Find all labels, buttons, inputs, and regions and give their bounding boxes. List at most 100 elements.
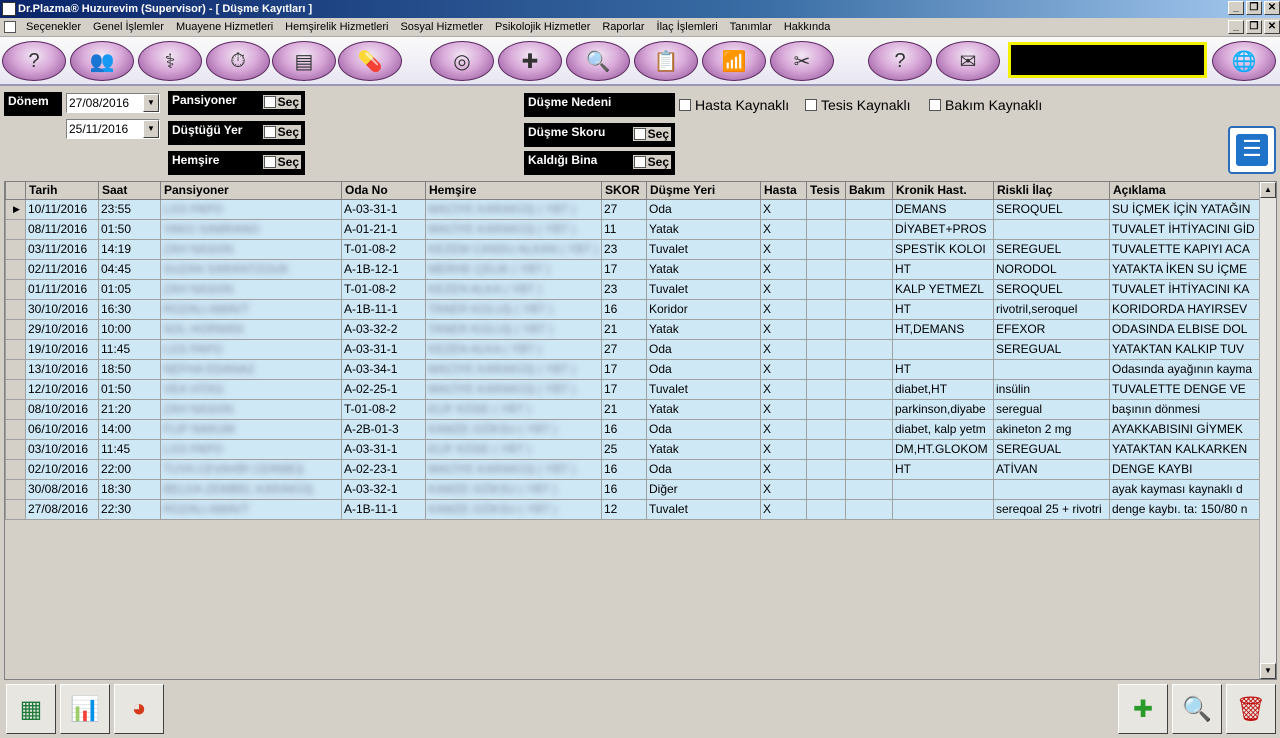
menu-item-8[interactable]: Tanımlar <box>730 21 772 33</box>
checkbox-icon[interactable] <box>633 128 646 140</box>
row-selector[interactable] <box>5 378 26 400</box>
row-selector[interactable] <box>5 318 26 340</box>
menu-item-5[interactable]: Psikolojik Hizmetler <box>495 21 590 33</box>
table-row[interactable]: 03/11/2016 14:19 ZAH NASON T-01-08-2 KEZEM C… <box>5 238 1262 260</box>
table-cell[interactable]: T-01-08-2 <box>341 278 426 300</box>
checkbox-icon[interactable] <box>679 99 691 111</box>
bandage-icon[interactable]: ✚ <box>498 41 562 81</box>
menu-item-7[interactable]: İlaç İşlemleri <box>657 21 718 33</box>
table-cell[interactable]: başının dönmesi <box>1109 398 1262 420</box>
clipboard-icon[interactable]: 📋 <box>634 41 698 81</box>
table-cell[interactable]: TUVALET İHTİYACINI GİD <box>1109 218 1262 240</box>
table-cell[interactable]: ODASINDA ELBISE DOL <box>1109 318 1262 340</box>
table-cell[interactable]: ZAH NASON <box>160 278 342 300</box>
table-cell[interactable]: YATAKTAN KALKIP TUV <box>1109 338 1262 360</box>
menu-item-1[interactable]: Genel İşlemler <box>93 21 164 33</box>
dusme-skoru-sec-checkbox[interactable]: Seç <box>632 127 671 141</box>
table-cell[interactable]: X <box>760 338 807 360</box>
tools-icon[interactable]: ✂ <box>770 41 834 81</box>
table-cell[interactable]: SOL HORMAN <box>160 318 342 340</box>
table-cell[interactable]: DM,HT.GLOKOM <box>892 438 994 460</box>
minimize-button[interactable]: _ <box>1228 1 1244 15</box>
table-cell[interactable]: Oda <box>646 458 761 480</box>
table-cell[interactable]: 17 <box>601 378 647 400</box>
table-cell[interactable]: 27 <box>601 338 647 360</box>
table-cell[interactable]: A-03-32-1 <box>341 478 426 500</box>
table-cell[interactable]: SEREGUAL <box>993 438 1110 460</box>
table-row[interactable]: 12/10/2016 01:50 VEA VITAS A-02-25-1 MACİYE … <box>5 378 1262 400</box>
table-cell[interactable]: KAMZE GÖKSU ( YBT ) <box>425 478 602 500</box>
child-minimize-button[interactable]: _ <box>1228 20 1244 34</box>
table-cell[interactable]: A-1B-11-1 <box>341 298 426 320</box>
table-cell[interactable]: X <box>760 378 807 400</box>
table-cell[interactable]: A-1B-11-1 <box>341 498 426 520</box>
table-cell[interactable]: Koridor <box>646 298 761 320</box>
table-cell[interactable]: Odasında ayağının kayma <box>1109 358 1262 380</box>
table-cell[interactable]: SU İÇMEK İÇİN YATAĞIN <box>1109 198 1262 220</box>
table-cell[interactable]: MACİYE KARAKÜŞ ( YBT ) <box>425 198 602 220</box>
table-cell[interactable] <box>993 358 1110 380</box>
table-cell[interactable]: AYAKKABISINI GİYMEK <box>1109 418 1262 440</box>
table-cell[interactable]: X <box>760 198 807 220</box>
row-selector[interactable] <box>5 278 26 300</box>
table-cell[interactable]: 10:00 <box>98 318 161 340</box>
table-cell[interactable]: 19/10/2016 <box>25 338 99 360</box>
table-cell[interactable]: A-01-21-1 <box>341 218 426 240</box>
table-cell[interactable]: LGS PAPO <box>160 198 342 220</box>
table-row[interactable]: 08/11/2016 01:50 YAKO SAMRANO A-01-21-1 MACİ… <box>5 218 1262 240</box>
table-cell[interactable]: Yatak <box>646 438 761 460</box>
table-cell[interactable]: SEREGUAL <box>993 338 1110 360</box>
menu-item-3[interactable]: Hemşirelik Hizmetleri <box>285 21 388 33</box>
table-row[interactable]: 02/10/2016 22:00 TUYA CEVAHİR CERMEŞ A-02-2… <box>5 458 1262 480</box>
table-cell[interactable] <box>845 498 893 520</box>
table-cell[interactable]: SEREGUEL <box>993 238 1110 260</box>
table-cell[interactable]: 06/10/2016 <box>25 418 99 440</box>
table-cell[interactable]: X <box>760 318 807 340</box>
records-grid[interactable]: Tarih Saat Pansiyoner Oda No Hemşire SKOR Düşm… <box>4 181 1277 680</box>
tesis-kaynakli-checkbox[interactable]: Tesis Kaynaklı <box>805 97 910 113</box>
hasta-kaynakli-checkbox[interactable]: Hasta Kaynaklı <box>679 97 789 113</box>
table-cell[interactable]: 23:55 <box>98 198 161 220</box>
table-row[interactable]: 01/11/2016 01:05 ZAH NASON T-01-08-2 KEZEN A… <box>5 278 1262 300</box>
row-selector[interactable] <box>5 478 26 500</box>
stethoscope-icon[interactable]: ⚕ <box>138 41 202 81</box>
checkbox-icon[interactable] <box>263 126 276 138</box>
table-cell[interactable]: 01:50 <box>98 218 161 240</box>
table-cell[interactable]: ZAH NASON <box>160 238 342 260</box>
scroll-down-icon[interactable]: ▼ <box>1260 663 1276 679</box>
table-cell[interactable] <box>845 398 893 420</box>
table-cell[interactable]: Oda <box>646 418 761 440</box>
table-cell[interactable]: YATAKTA İKEN SU İÇME <box>1109 258 1262 280</box>
list-view-button[interactable]: ☰ <box>1228 126 1276 174</box>
table-cell[interactable]: A-03-34-1 <box>341 358 426 380</box>
table-cell[interactable] <box>806 458 846 480</box>
row-selector[interactable] <box>5 258 26 280</box>
table-cell[interactable]: A-02-25-1 <box>341 378 426 400</box>
table-cell[interactable]: YATAKTAN KALKARKEN <box>1109 438 1262 460</box>
table-cell[interactable]: insülin <box>993 378 1110 400</box>
table-cell[interactable]: 30/08/2016 <box>25 478 99 500</box>
column-header[interactable]: SKOR <box>601 182 647 200</box>
table-cell[interactable]: Oda <box>646 198 761 220</box>
table-cell[interactable]: ayak kayması kaynaklı d <box>1109 478 1262 500</box>
table-cell[interactable] <box>806 358 846 380</box>
row-selector[interactable] <box>5 418 26 440</box>
table-cell[interactable]: TUVALET İHTİYACINI KA <box>1109 278 1262 300</box>
table-cell[interactable]: NEFHA EDANAZ <box>160 358 342 380</box>
table-cell[interactable]: KAMZE GÖKSU ( YBT ) <box>425 498 602 520</box>
table-cell[interactable]: 01:05 <box>98 278 161 300</box>
table-row[interactable]: ▶ 10/11/2016 23:55 LGS PAPO A-03-31-1 MACİYE … <box>5 198 1262 220</box>
table-cell[interactable]: 02/11/2016 <box>25 258 99 280</box>
row-selector[interactable] <box>5 398 26 420</box>
bar-chart-icon[interactable]: 📶 <box>702 41 766 81</box>
table-cell[interactable]: ROZALI AMAVT <box>160 498 342 520</box>
table-cell[interactable]: 11:45 <box>98 338 161 360</box>
table-cell[interactable]: HT <box>892 258 994 280</box>
table-cell[interactable] <box>845 358 893 380</box>
table-cell[interactable]: SEROQUEL <box>993 278 1110 300</box>
table-row[interactable]: 27/08/2016 22:30 ROZALI AMAVT A-1B-11-1 KAMZ… <box>5 498 1262 520</box>
table-cell[interactable]: 14:00 <box>98 418 161 440</box>
view-record-button[interactable]: 🔍 <box>1172 684 1222 734</box>
table-cell[interactable]: 16:30 <box>98 298 161 320</box>
table-cell[interactable]: ELİF KÖSE ( YBT ) <box>425 398 602 420</box>
